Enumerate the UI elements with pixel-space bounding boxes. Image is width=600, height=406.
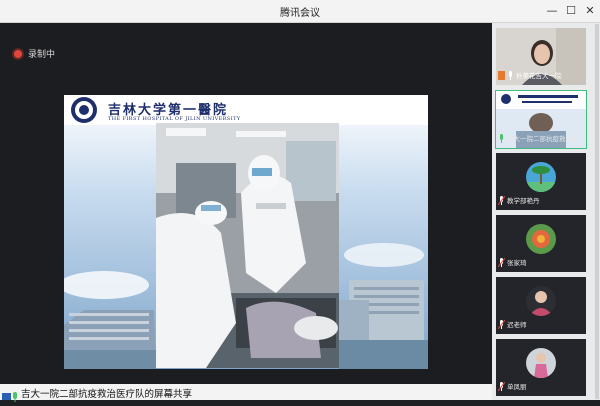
screen-share-bar: 吉大一院二部抗疫救治医疗队的屏幕共享 [0,384,492,402]
mic-muted-icon [498,258,506,268]
participant-tile[interactable]: 迟老师 [496,277,586,334]
shared-slide: 吉林大学第一醫院 THE FIRST HOSPITAL OF JILIN UNI… [64,95,428,369]
title-bar: 腾讯会议 — ☐ ✕ [0,0,600,23]
host-icon [498,71,505,80]
participant-name: 朴美花吉大一院 [516,72,562,80]
participant-name: 教学部艳丹 [507,197,540,205]
shared-screen-area: 录制中 吉林大学第一醫院 THE FIRST HOSPITAL OF JILIN… [0,23,492,402]
ward-photo [156,123,339,368]
mic-icon [498,134,505,143]
maximize-button[interactable]: ☐ [563,3,579,19]
participant-tile[interactable]: 朴美花吉大一院 [496,28,586,85]
participant-tile[interactable]: 张家琦 [496,215,586,272]
close-button[interactable]: ✕ [582,3,598,19]
recording-indicator: 录制中 [14,47,55,60]
participant-tile[interactable]: 教学部艳丹 [496,153,586,210]
participant-name: 吉大一院二部抗疫救治医 [507,135,579,143]
mic-muted-icon [498,320,506,330]
window-title: 腾讯会议 [280,8,320,19]
screen-share-label: 吉大一院二部抗疫救治医疗队的屏幕共享 [21,389,193,400]
mic-icon [507,71,514,80]
minimize-button[interactable]: — [544,3,560,19]
meeting-window: 腾讯会议 — ☐ ✕ 录制中 吉林大学第一醫院 THE FIRST HOSPIT… [0,0,600,402]
participant-tile[interactable]: 吉大一院二部抗疫救治医 [495,90,587,149]
person-avatar [526,286,556,316]
flower-avatar [526,224,556,254]
participant-name: 单凤丽 [507,383,527,391]
screen-share-icon [2,392,17,402]
sidebar-scrollbar[interactable] [595,24,599,399]
mic-muted-icon [498,382,506,392]
participant-name: 迟老师 [507,321,527,329]
participant-name: 张家琦 [507,259,527,267]
palm-tree-avatar [526,162,556,192]
share-status-icons [2,387,20,406]
child-avatar [526,348,556,378]
record-dot-icon [14,50,22,58]
recording-label: 录制中 [28,50,56,60]
hospital-name-en: THE FIRST HOSPITAL OF JILIN UNIVERSITY [108,116,241,122]
participant-tile[interactable]: 单凤丽 [496,339,586,396]
participant-sidebar: 朴美花吉大一院 吉大一院二部抗疫救治医 教学部艳丹 张家琦 迟老师 单凤丽 [492,23,600,400]
mic-muted-icon [498,196,506,206]
